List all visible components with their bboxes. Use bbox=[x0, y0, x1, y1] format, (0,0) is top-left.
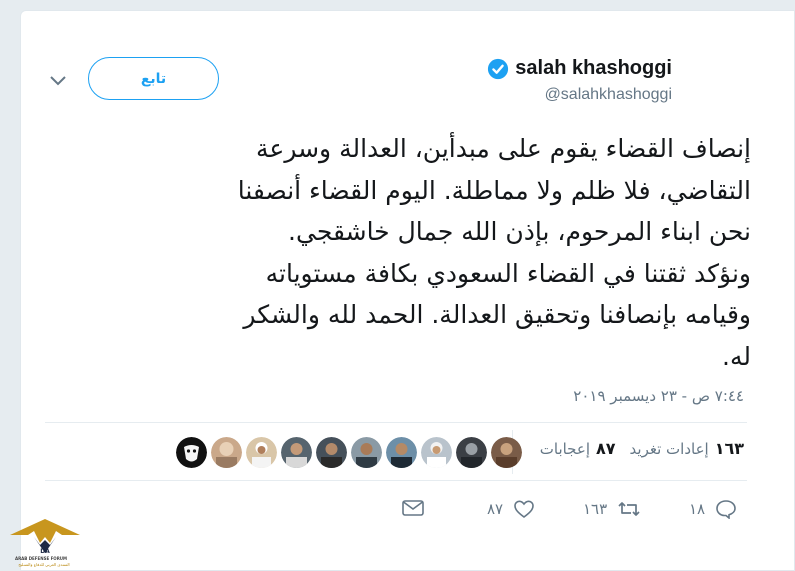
direct-message-action[interactable] bbox=[401, 499, 425, 517]
retweets-label: إعادات تغريد bbox=[629, 439, 709, 458]
tweet-line: نحن ابناء المرحوم، بإذن الله جمال خاشقجي… bbox=[288, 217, 751, 246]
reply-icon[interactable] bbox=[715, 499, 737, 519]
retweet-count: ١٦٣ bbox=[583, 500, 608, 518]
heart-icon[interactable] bbox=[513, 499, 535, 519]
forum-logo-title: ARAB DEFENSE FORUM bbox=[14, 556, 68, 561]
envelope-icon[interactable] bbox=[401, 499, 425, 517]
likes-stat[interactable]: ٨٧ إعجابات bbox=[540, 439, 616, 458]
avatar[interactable] bbox=[421, 437, 452, 468]
reply-count: ١٨ bbox=[689, 500, 706, 518]
like-action[interactable]: ٨٧ bbox=[487, 499, 535, 519]
retweets-count: ١٦٣ bbox=[714, 439, 744, 458]
avatar[interactable] bbox=[281, 437, 312, 468]
retweets-stat[interactable]: ١٦٣ إعادات تغريد bbox=[630, 439, 744, 458]
like-count: ٨٧ bbox=[487, 500, 504, 518]
svg-text:DA: DA bbox=[40, 548, 50, 555]
tweet-text: إنصاف القضاء يقوم على مبدأين، العدالة وس… bbox=[79, 128, 751, 377]
liker-avatars bbox=[176, 437, 522, 468]
avatar[interactable] bbox=[246, 437, 277, 468]
likes-count: ٨٧ bbox=[596, 439, 616, 458]
avatar[interactable] bbox=[386, 437, 417, 468]
tweet-card: تابع salah khashoggi @salahkhashoggi إنص… bbox=[20, 10, 795, 571]
tweet-line: له. bbox=[722, 341, 751, 371]
tweet-line: وقيامه بإنصافنا وتحقيق العدالة. الحمد لل… bbox=[243, 300, 751, 329]
avatar[interactable] bbox=[176, 437, 207, 468]
tweet-stats: ١٦٣ إعادات تغريد ٨٧ إعجابات bbox=[526, 439, 744, 458]
avatar[interactable] bbox=[316, 437, 347, 468]
avatar[interactable] bbox=[211, 437, 242, 468]
avatar[interactable] bbox=[491, 437, 522, 468]
tweet-line: التقاضي، فلا ظلم ولا مماطلة. اليوم القضا… bbox=[237, 175, 751, 205]
avatar[interactable] bbox=[351, 437, 382, 468]
author-name[interactable]: salah khashoggi bbox=[515, 57, 672, 80]
divider bbox=[45, 422, 747, 423]
tweet-timestamp[interactable]: ٧:٤٤ ص - ٢٣ ديسمبر ٢٠١٩ bbox=[573, 387, 744, 405]
follow-button[interactable]: تابع bbox=[88, 57, 219, 100]
author-handle[interactable]: @salahkhashoggi bbox=[545, 86, 672, 104]
verified-badge-icon bbox=[488, 58, 509, 79]
likes-label: إعجابات bbox=[539, 439, 590, 458]
avatar[interactable] bbox=[456, 437, 487, 468]
retweet-action[interactable]: ١٦٣ bbox=[583, 499, 641, 519]
tweet-line: إنصاف القضاء يقوم على مبدأين، العدالة وس… bbox=[256, 134, 751, 163]
author-name-row[interactable]: salah khashoggi bbox=[487, 57, 672, 80]
divider bbox=[45, 480, 747, 481]
retweet-icon[interactable] bbox=[617, 499, 641, 519]
chevron-down-icon[interactable] bbox=[49, 74, 67, 88]
reply-action[interactable]: ١٨ bbox=[689, 499, 737, 519]
forum-logo-subtitle: المنتدى العربي للدفاع والتسليح bbox=[18, 562, 70, 567]
tweet-line: ونؤكد ثقتنا في القضاء السعودي بكافة مستو… bbox=[265, 258, 751, 288]
